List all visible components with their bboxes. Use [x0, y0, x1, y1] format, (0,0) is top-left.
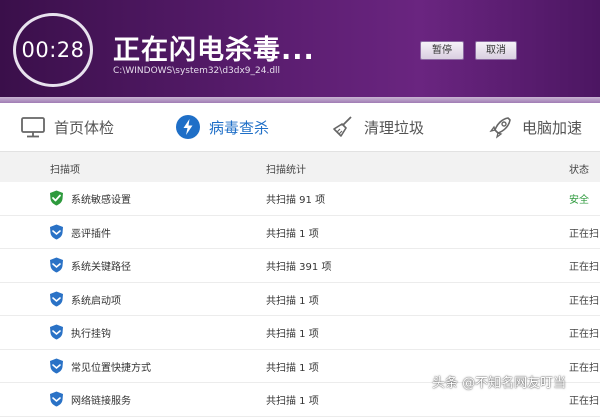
- table-row: 恶评插件 共扫描 1 项 正在扫: [0, 216, 600, 249]
- shield-icon: [49, 257, 64, 273]
- scan-item-stat: 共扫描 1 项: [266, 228, 319, 240]
- scan-item-name: 系统关键路径: [71, 262, 131, 273]
- shield-icon: [49, 358, 64, 374]
- scan-item-stat: 共扫描 1 项: [266, 295, 319, 307]
- scan-item-name: 常见位置快捷方式: [71, 362, 151, 374]
- scan-item-name: 系统敏感设置: [71, 195, 131, 206]
- scan-table-header: 扫描项 扫描统计 状态: [0, 152, 600, 182]
- status-badge: 正在扫: [569, 362, 599, 374]
- scan-item-name: 系统启动项: [71, 295, 121, 307]
- table-row: 系统关键路径 共扫描 391 项 正在扫: [0, 249, 600, 283]
- monitor-icon: [20, 114, 46, 140]
- status-badge: 正在扫: [569, 329, 599, 340]
- tab-label: 病毒查杀: [209, 118, 270, 137]
- scan-status-title: 正在闪电杀毒...: [113, 35, 315, 66]
- tab-label: 首页体检: [54, 118, 115, 137]
- lightning-icon: [175, 114, 201, 140]
- column-scan-item: 扫描项: [50, 165, 80, 176]
- scan-header: 00:28 正在闪电杀毒... C:\WINDOWS\system32\d3dx…: [0, 0, 600, 103]
- table-row: 系统启动项 共扫描 1 项 正在扫: [0, 283, 600, 316]
- status-badge: 正在扫: [569, 295, 599, 307]
- tab-label: 清理垃圾: [364, 118, 425, 137]
- shield-check-icon: [49, 190, 64, 206]
- tab-virus-scan[interactable]: 病毒查杀: [175, 112, 269, 142]
- cancel-button[interactable]: 取消: [475, 41, 517, 60]
- pause-button[interactable]: 暂停: [420, 41, 464, 60]
- timer-text: 00:28: [21, 38, 85, 62]
- table-row: 执行挂钩 共扫描 1 项 正在扫: [0, 316, 600, 350]
- tab-speed-up[interactable]: 电脑加速: [488, 112, 582, 142]
- shield-icon: [49, 391, 64, 407]
- column-status: 状态: [569, 165, 589, 176]
- scan-item-stat: 共扫描 391 项: [266, 262, 332, 273]
- tab-label: 电脑加速: [522, 118, 583, 137]
- shield-icon: [49, 224, 64, 240]
- shield-icon: [49, 324, 64, 340]
- scan-item-stat: 共扫描 1 项: [266, 362, 319, 374]
- status-badge: 正在扫: [569, 228, 599, 240]
- tab-checkup[interactable]: 首页体检: [20, 112, 114, 142]
- tab-clean-junk[interactable]: 清理垃圾: [330, 112, 424, 142]
- current-file-path: C:\WINDOWS\system32\d3dx9_24.dll: [113, 66, 281, 76]
- rocket-icon: [488, 114, 514, 140]
- watermark: 头条 @不知名网友叮当: [432, 376, 567, 391]
- table-row: 系统敏感设置 共扫描 91 项 安全: [0, 182, 600, 216]
- broom-icon: [330, 114, 356, 140]
- main-tabs: 首页体检 病毒查杀 清理垃圾 电脑加速: [0, 103, 600, 152]
- column-scan-stats: 扫描统计: [266, 165, 306, 176]
- status-badge: 正在扫: [569, 262, 599, 273]
- scan-item-name: 恶评插件: [71, 228, 111, 240]
- scan-item-name: 执行挂钩: [71, 329, 111, 340]
- scan-item-stat: 共扫描 1 项: [266, 329, 319, 340]
- shield-icon: [49, 291, 64, 307]
- scan-item-stat: 共扫描 91 项: [266, 195, 326, 206]
- status-badge: 安全: [569, 195, 589, 206]
- scan-timer: 00:28: [13, 13, 93, 87]
